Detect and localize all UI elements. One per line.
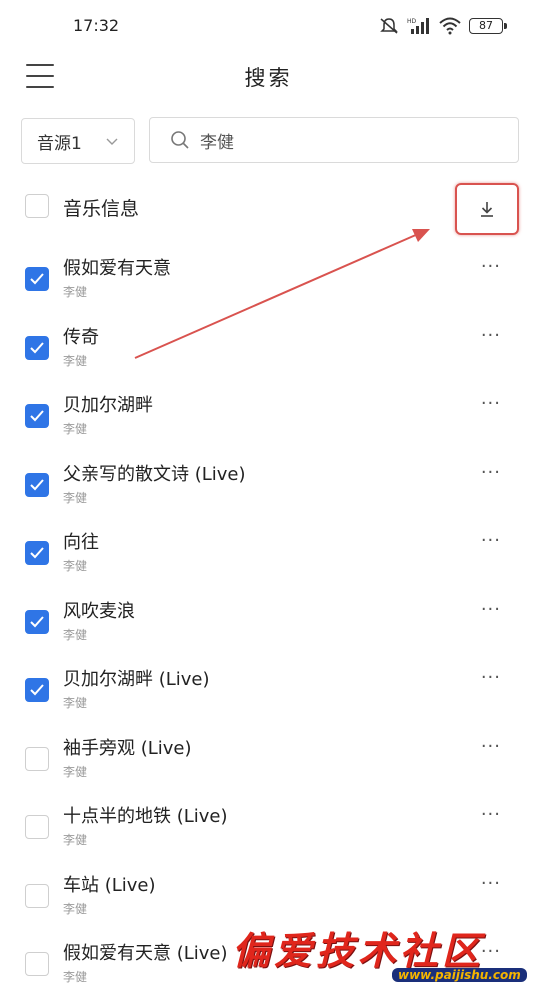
music-info-label: 音乐信息 [63, 198, 140, 220]
song-artist: 李健 [63, 833, 88, 847]
song-row[interactable]: 十点半的地铁 (Live) 李健 ··· [0, 802, 537, 870]
song-row[interactable]: 风吹麦浪李健 ··· [0, 597, 537, 665]
hd-signal-icon: HD [407, 18, 429, 34]
chevron-down-icon [106, 138, 118, 145]
status-time: 17:32 [73, 16, 120, 35]
song-checkbox[interactable] [25, 472, 49, 497]
check-icon [30, 273, 44, 285]
more-options-button[interactable]: ··· [481, 667, 501, 688]
song-checkbox[interactable] [25, 952, 49, 976]
song-checkbox[interactable] [25, 541, 49, 565]
check-icon [30, 478, 44, 490]
song-artist: 李健 [63, 764, 88, 779]
song-checkbox[interactable] [25, 815, 49, 839]
song-artist: 李健 [63, 285, 88, 299]
check-icon [30, 684, 44, 696]
check-icon [30, 547, 44, 559]
svg-text:HD: HD [407, 18, 417, 25]
download-icon [481, 202, 493, 217]
more-options-button[interactable]: ··· [481, 804, 501, 825]
song-row[interactable]: 贝加尔湖畔 (Live) 李健 ··· [0, 665, 537, 733]
song-checkbox[interactable] [25, 746, 49, 771]
song-row[interactable]: 贝加尔湖畔李健 ··· [0, 391, 537, 459]
download-button[interactable] [455, 183, 519, 235]
header: 搜索 [0, 52, 537, 102]
more-options-button[interactable]: ··· [481, 462, 501, 483]
battery-icon: 87 [469, 18, 507, 34]
more-options-button[interactable]: ··· [481, 256, 501, 277]
check-icon [30, 410, 44, 422]
song-title: 十点半的地铁 (Live) [63, 806, 228, 827]
song-title: 假如爱有天意 (Live) [63, 943, 228, 964]
song-artist: 李健 [63, 901, 88, 916]
song-row[interactable]: 父亲写的散文诗 (Live) 李健 ··· [0, 460, 537, 528]
wifi-icon [439, 17, 461, 35]
song-artist: 李健 [63, 559, 88, 573]
page-title: 搜索 [244, 66, 293, 90]
song-title: 传奇 [63, 326, 99, 348]
song-row[interactable]: 传奇李健 ··· [0, 323, 537, 391]
song-checkbox[interactable] [25, 609, 49, 634]
source-select-value: 音源1 [37, 133, 82, 154]
song-artist: 李健 [63, 696, 88, 710]
song-title: 贝加尔湖畔 [63, 395, 153, 416]
song-title: 贝加尔湖畔 (Live) [63, 669, 210, 690]
song-row[interactable]: 袖手旁观 (Live) 李健 ··· [0, 734, 537, 802]
song-title: 风吹麦浪 [63, 600, 135, 622]
search-icon [171, 131, 189, 149]
source-select[interactable]: 音源1 [21, 118, 135, 164]
song-title: 车站 (Live) [63, 874, 156, 896]
song-artist: 李健 [63, 422, 88, 436]
more-options-button[interactable]: ··· [481, 393, 501, 414]
select-all-checkbox[interactable] [25, 194, 49, 218]
search-box[interactable] [149, 117, 519, 163]
mute-icon [380, 18, 398, 34]
song-row[interactable]: 假如爱有天意 (Live) 李健 ··· [0, 939, 537, 1000]
more-options-button[interactable]: ··· [481, 599, 501, 620]
check-icon [30, 615, 44, 627]
song-checkbox[interactable] [25, 404, 49, 428]
song-checkbox[interactable] [25, 267, 49, 291]
more-options-button[interactable]: ··· [481, 941, 501, 962]
song-title: 向往 [63, 532, 99, 553]
song-artist: 李健 [63, 353, 88, 368]
song-checkbox[interactable] [25, 678, 49, 702]
song-artist: 李健 [63, 490, 88, 505]
more-options-button[interactable]: ··· [481, 530, 501, 551]
search-input[interactable] [200, 130, 500, 150]
status-icons: HD 87 [379, 14, 507, 38]
song-artist: 李健 [63, 970, 88, 984]
song-artist: 李健 [63, 627, 88, 642]
song-title: 父亲写的散文诗 (Live) [63, 463, 246, 485]
song-title: 假如爱有天意 [63, 258, 171, 279]
more-options-button[interactable]: ··· [481, 325, 501, 346]
song-checkbox[interactable] [25, 883, 49, 908]
status-bar: 17:32 HD 87 [0, 0, 537, 52]
song-row[interactable]: 车站 (Live) 李健 ··· [0, 871, 537, 939]
more-options-button[interactable]: ··· [481, 873, 501, 894]
song-row[interactable]: 假如爱有天意李健 ··· [0, 254, 537, 322]
more-options-button[interactable]: ··· [481, 736, 501, 757]
check-icon [30, 341, 44, 353]
song-row[interactable]: 向往李健 ··· [0, 528, 537, 596]
song-checkbox[interactable] [25, 335, 49, 360]
song-title: 袖手旁观 (Live) [63, 737, 192, 759]
